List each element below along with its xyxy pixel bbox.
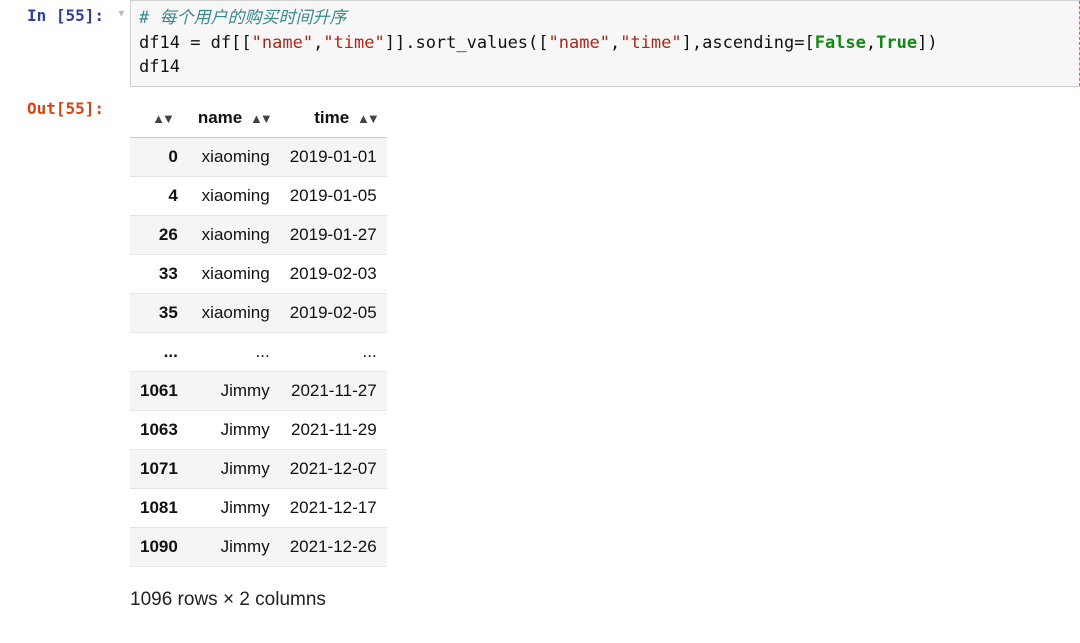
output-area: ▲▼ name ▲▼ time ▲▼ 0xiaoming2019-01-014x… bbox=[130, 93, 1080, 611]
code-token: , bbox=[610, 33, 620, 53]
cell-time: ... bbox=[280, 332, 387, 371]
input-cell: In [55]: ▼ # 每个用户的购买时间升序 df14 = df[["nam… bbox=[0, 0, 1080, 87]
cell-time: 2021-12-26 bbox=[280, 527, 387, 566]
table-row: 4xiaoming2019-01-05 bbox=[130, 176, 387, 215]
row-index: 1063 bbox=[130, 410, 188, 449]
dataframe-summary: 1096 rows × 2 columns bbox=[130, 589, 1080, 611]
row-index: 1071 bbox=[130, 449, 188, 488]
cell-name: ... bbox=[188, 332, 280, 371]
cell-name: xiaoming bbox=[188, 137, 280, 176]
output-cell: Out[55]: ▲▼ name ▲▼ time ▲▼ bbox=[0, 93, 1080, 611]
code-token: df14 bbox=[139, 57, 180, 77]
cell-time: 2021-12-17 bbox=[280, 488, 387, 527]
row-index: 0 bbox=[130, 137, 188, 176]
column-label: time bbox=[314, 108, 349, 127]
code-token: , bbox=[866, 33, 876, 53]
cell-name: xiaoming bbox=[188, 215, 280, 254]
row-index: 35 bbox=[130, 293, 188, 332]
dataframe-table: ▲▼ name ▲▼ time ▲▼ 0xiaoming2019-01-014x… bbox=[130, 99, 387, 567]
code-token: "time" bbox=[323, 33, 384, 53]
cell-gutter[interactable]: ▼ bbox=[112, 0, 130, 20]
row-index: 4 bbox=[130, 176, 188, 215]
table-row: 1081Jimmy2021-12-17 bbox=[130, 488, 387, 527]
code-token: , bbox=[313, 33, 323, 53]
code-token: ([ bbox=[528, 33, 548, 53]
cell-time: 2019-01-27 bbox=[280, 215, 387, 254]
sort-icon[interactable]: ▲▼ bbox=[250, 111, 270, 126]
index-header[interactable]: ▲▼ bbox=[130, 99, 188, 138]
table-row: 1063Jimmy2021-11-29 bbox=[130, 410, 387, 449]
cell-name: xiaoming bbox=[188, 293, 280, 332]
row-index: ... bbox=[130, 332, 188, 371]
cell-name: Jimmy bbox=[188, 410, 280, 449]
column-label: name bbox=[198, 108, 242, 127]
sort-icon[interactable]: ▲▼ bbox=[152, 111, 172, 126]
table-row: 26xiaoming2019-01-27 bbox=[130, 215, 387, 254]
code-token: "name" bbox=[549, 33, 610, 53]
cell-name: Jimmy bbox=[188, 449, 280, 488]
output-prompt: Out[55]: bbox=[0, 93, 112, 118]
code-editor[interactable]: # 每个用户的购买时间升序 df14 = df[["name","time"]]… bbox=[130, 0, 1080, 87]
cell-time: 2019-01-01 bbox=[280, 137, 387, 176]
code-token: = bbox=[180, 33, 211, 53]
table-row: ......... bbox=[130, 332, 387, 371]
cell-time: 2021-11-29 bbox=[280, 410, 387, 449]
code-token: ascending bbox=[702, 33, 794, 53]
cell-time: 2019-01-05 bbox=[280, 176, 387, 215]
code-token: df bbox=[211, 33, 231, 53]
row-index: 1081 bbox=[130, 488, 188, 527]
code-token: False bbox=[815, 33, 866, 53]
code-token: "time" bbox=[620, 33, 681, 53]
cell-time: 2021-11-27 bbox=[280, 371, 387, 410]
row-index: 1090 bbox=[130, 527, 188, 566]
cell-name: Jimmy bbox=[188, 527, 280, 566]
code-token: =[ bbox=[794, 33, 814, 53]
cell-name: xiaoming bbox=[188, 254, 280, 293]
column-header-name[interactable]: name ▲▼ bbox=[188, 99, 280, 138]
code-token: "name" bbox=[252, 33, 313, 53]
cell-time: 2019-02-03 bbox=[280, 254, 387, 293]
code-comment: # 每个用户的购买时间升序 bbox=[139, 8, 346, 28]
code-token: sort_values bbox=[415, 33, 528, 53]
sort-icon[interactable]: ▲▼ bbox=[357, 111, 377, 126]
table-row: 33xiaoming2019-02-03 bbox=[130, 254, 387, 293]
cell-time: 2019-02-05 bbox=[280, 293, 387, 332]
code-token: ]) bbox=[917, 33, 937, 53]
column-header-time[interactable]: time ▲▼ bbox=[280, 99, 387, 138]
table-row: 1090Jimmy2021-12-26 bbox=[130, 527, 387, 566]
table-row: 1071Jimmy2021-12-07 bbox=[130, 449, 387, 488]
table-row: 0xiaoming2019-01-01 bbox=[130, 137, 387, 176]
table-header-row: ▲▼ name ▲▼ time ▲▼ bbox=[130, 99, 387, 138]
table-row: 35xiaoming2019-02-05 bbox=[130, 293, 387, 332]
cell-time: 2021-12-07 bbox=[280, 449, 387, 488]
input-prompt: In [55]: bbox=[0, 0, 112, 25]
code-token: df14 bbox=[139, 33, 180, 53]
collapse-icon[interactable]: ▼ bbox=[116, 9, 126, 20]
row-index: 26 bbox=[130, 215, 188, 254]
row-index: 1061 bbox=[130, 371, 188, 410]
code-token: ]]. bbox=[385, 33, 416, 53]
cell-name: Jimmy bbox=[188, 371, 280, 410]
code-token: [[ bbox=[231, 33, 251, 53]
cell-name: xiaoming bbox=[188, 176, 280, 215]
table-row: 1061Jimmy2021-11-27 bbox=[130, 371, 387, 410]
code-token: ], bbox=[682, 33, 702, 53]
output-gutter bbox=[112, 93, 130, 101]
cell-name: Jimmy bbox=[188, 488, 280, 527]
row-index: 33 bbox=[130, 254, 188, 293]
code-token: True bbox=[876, 33, 917, 53]
